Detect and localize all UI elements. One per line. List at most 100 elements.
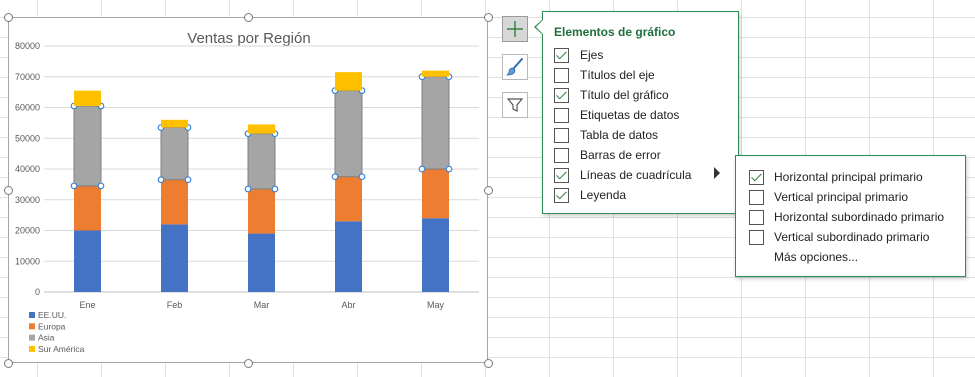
checkbox[interactable] xyxy=(554,47,569,63)
funnel-icon xyxy=(506,98,524,112)
legend-swatch-europa xyxy=(29,323,35,330)
checkbox[interactable] xyxy=(554,107,569,123)
option-label: Líneas de cuadrícula xyxy=(580,168,692,182)
option-tabla-de-datos[interactable]: Tabla de datos xyxy=(554,125,734,145)
bar-sur-america-may xyxy=(422,70,449,77)
bar-ee-uu-abr xyxy=(335,221,362,292)
x-tick-label: Mar xyxy=(254,300,270,310)
y-tick-label: 20000 xyxy=(15,226,40,236)
bar-asia-mar xyxy=(248,133,275,189)
legend-swatch-sur-america xyxy=(29,345,35,352)
option-ejes[interactable]: Ejes xyxy=(554,45,734,65)
legend-label: Asia xyxy=(38,333,55,343)
selection-point xyxy=(418,165,426,173)
option-label: Etiquetas de datos xyxy=(580,108,680,122)
chart-styles-button[interactable] xyxy=(502,54,528,80)
x-tick-label: Ene xyxy=(79,300,95,310)
resize-handle-bottom-left[interactable] xyxy=(4,359,13,368)
checkbox[interactable] xyxy=(554,147,569,163)
option-label: Horizontal principal primario xyxy=(774,170,923,184)
y-tick-label: 10000 xyxy=(15,256,40,266)
checkbox[interactable] xyxy=(554,67,569,83)
option-barras-de-error[interactable]: Barras de error xyxy=(554,145,734,165)
selection-point xyxy=(331,173,339,181)
checkbox[interactable] xyxy=(749,189,764,205)
bar-asia-feb xyxy=(161,127,188,180)
checkbox[interactable] xyxy=(749,169,764,185)
x-tick-label: Abr xyxy=(341,300,355,310)
y-tick-label: 0 xyxy=(35,287,40,297)
gridline-option-vertical-principal-primario[interactable]: Vertical principal primario xyxy=(749,187,964,207)
gridline-option-horizontal-principal-primario[interactable]: Horizontal principal primario xyxy=(749,167,964,187)
panel-title: Elementos de gráfico xyxy=(554,25,676,39)
checkbox[interactable] xyxy=(554,87,569,103)
resize-handle-bottom-right[interactable] xyxy=(484,359,493,368)
gridline-option-vertical-subordinado-primario[interactable]: Vertical subordinado primario xyxy=(749,227,964,247)
bar-sur-america-feb xyxy=(161,119,188,128)
bar-asia-abr xyxy=(335,90,362,177)
checkbox[interactable] xyxy=(749,209,764,225)
bar-europa-ene xyxy=(74,185,101,231)
checkbox[interactable] xyxy=(749,229,764,245)
gridline-option-horizontal-subordinado-primario[interactable]: Horizontal subordinado primario xyxy=(749,207,964,227)
bar-ee-uu-feb xyxy=(161,224,188,292)
legend-swatch-ee-uu xyxy=(29,312,35,318)
option-label: Vertical subordinado primario xyxy=(774,230,930,244)
y-tick-label: 70000 xyxy=(15,72,40,82)
y-tick-label: 30000 xyxy=(15,195,40,205)
y-tick-label: 50000 xyxy=(15,133,40,143)
checkbox[interactable] xyxy=(554,167,569,183)
selection-point xyxy=(445,165,453,173)
option-leyenda[interactable]: Leyenda xyxy=(554,185,734,205)
more-options-link[interactable]: Más opciones... xyxy=(774,250,858,264)
checkbox[interactable] xyxy=(554,187,569,203)
bar-europa-feb xyxy=(161,179,188,225)
y-tick-label: 40000 xyxy=(15,164,40,174)
checkbox[interactable] xyxy=(554,127,569,143)
option-titulos-del-eje[interactable]: Títulos del eje xyxy=(554,65,734,85)
chart-area[interactable]: Ventas por Región 0 10000 20000 30000 40000 50… xyxy=(8,17,488,363)
bar-sur-america-abr xyxy=(335,72,362,91)
legend-label: EE.UU. xyxy=(38,310,66,320)
option-etiquetas-de-datos[interactable]: Etiquetas de datos xyxy=(554,105,734,125)
chart-filters-button[interactable] xyxy=(502,92,528,118)
selection-point xyxy=(358,173,366,181)
bar-sur-america-ene xyxy=(74,90,101,106)
resize-handle-left[interactable] xyxy=(4,186,13,195)
bar-europa-abr xyxy=(335,176,362,222)
bar-europa-may xyxy=(422,169,449,219)
panel-pointer-inner xyxy=(536,20,543,34)
option-titulo-del-grafico[interactable]: Título del gráfico xyxy=(554,85,734,105)
bar-ee-uu-may xyxy=(422,218,449,292)
option-lineas-de-cuadricula[interactable]: Líneas de cuadrícula xyxy=(554,165,734,185)
stacked-column-chart[interactable]: Ventas por Región 0 10000 20000 30000 40000 50… xyxy=(9,18,489,364)
resize-handle-top[interactable] xyxy=(244,13,253,22)
x-tick-label: Feb xyxy=(167,300,183,310)
y-tick-label: 60000 xyxy=(15,103,40,113)
option-label: Vertical principal primario xyxy=(774,190,909,204)
selection-point xyxy=(157,176,165,184)
legend-label: Sur América xyxy=(38,344,85,354)
bar-asia-may xyxy=(422,76,449,169)
chart-elements-panel: Elementos de gráfico Ejes Títulos del eje… xyxy=(542,11,739,214)
bar-ee-uu-mar xyxy=(248,233,275,292)
y-tick-label: 80000 xyxy=(15,41,40,51)
option-label: Títulos del eje xyxy=(580,68,655,82)
gridlines-submenu: Horizontal principal primario Vertical pr… xyxy=(735,155,966,277)
selection-point xyxy=(244,185,252,193)
bar-asia-ene xyxy=(74,105,101,186)
legend-label: Europa xyxy=(38,321,66,331)
chart-title: Ventas por Región xyxy=(187,30,310,47)
resize-handle-top-left[interactable] xyxy=(4,13,13,22)
option-label: Barras de error xyxy=(580,148,661,162)
resize-handle-top-right[interactable] xyxy=(484,13,493,22)
bar-europa-mar xyxy=(248,188,275,234)
option-label: Ejes xyxy=(580,48,604,62)
x-tick-label: May xyxy=(427,300,445,310)
option-label: Horizontal subordinado primario xyxy=(774,210,945,224)
chart-elements-button[interactable] xyxy=(502,16,528,42)
bar-ee-uu-ene xyxy=(74,230,101,292)
submenu-arrow-icon[interactable] xyxy=(714,167,720,179)
resize-handle-right[interactable] xyxy=(484,186,493,195)
resize-handle-bottom[interactable] xyxy=(244,359,253,368)
